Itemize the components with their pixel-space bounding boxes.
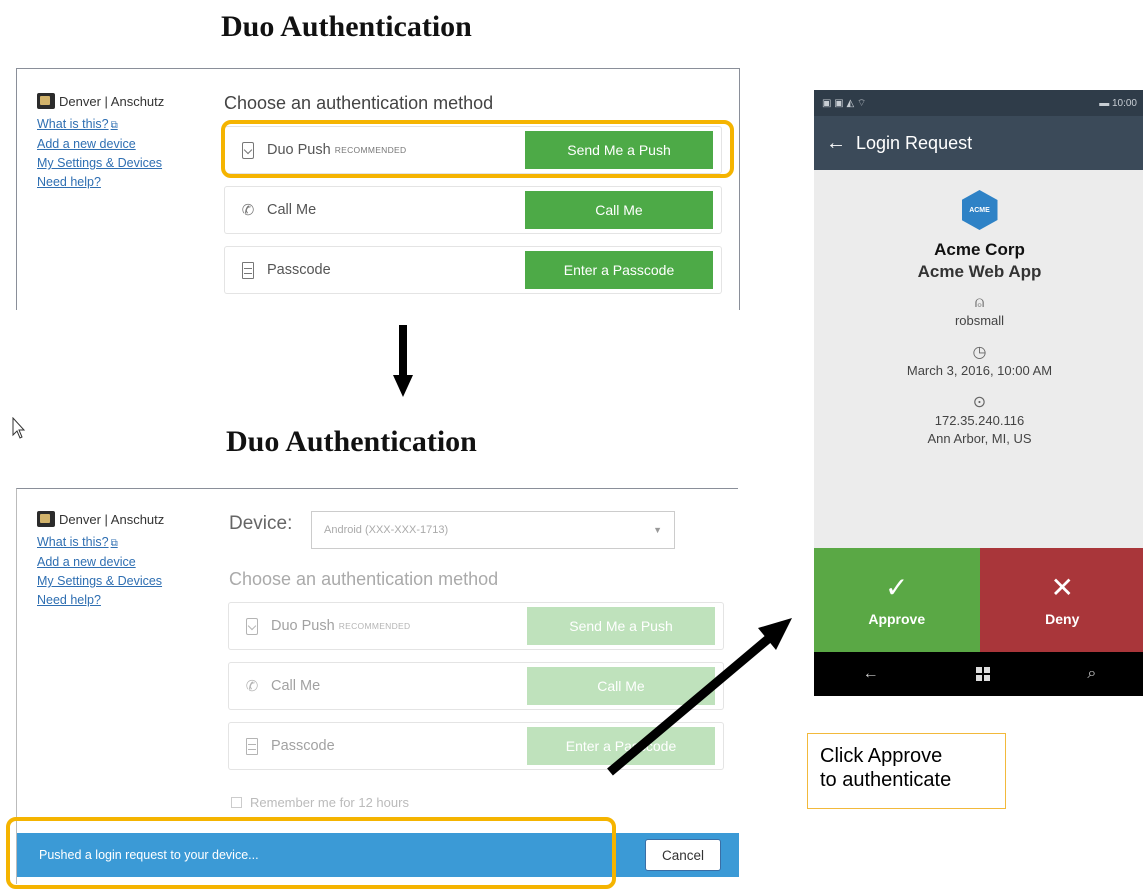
request-location: Ann Arbor, MI, US — [927, 431, 1032, 446]
request-datetime: March 3, 2016, 10:00 AM — [906, 363, 1053, 378]
university-logo — [37, 93, 55, 109]
auth-method-title: Choose an authentication method — [224, 93, 494, 113]
phone-title: Login Request — [856, 132, 973, 153]
org-name: Denver | Anschutz — [59, 93, 165, 109]
app-name: Acme Web App — [917, 262, 1042, 281]
search-icon[interactable]: ⌕ — [1087, 665, 1096, 683]
clock-icon: ◷ — [972, 344, 987, 361]
chevron-down-icon: ▼ — [653, 525, 662, 535]
phone-status-bar: ▣ ▣ ◭ ⌔ ▬ 10:00 — [814, 90, 1143, 116]
method-call-me: ✆ Call Me Call Me — [225, 187, 721, 233]
link-need-help[interactable]: Need help? — [37, 173, 217, 192]
call-me-button[interactable]: Call Me — [525, 191, 713, 229]
deny-button[interactable]: ✕ Deny — [979, 548, 1143, 652]
x-icon: ✕ — [1050, 572, 1074, 603]
phone-call-icon: ✆ — [241, 202, 255, 219]
link-settings-devices[interactable]: My Settings & Devices — [37, 154, 217, 173]
status-highlight-box — [6, 817, 616, 889]
instruction-callout: Click Approve to authenticate — [807, 733, 1006, 809]
phone-call-icon: ✆ — [245, 678, 259, 695]
device-select[interactable]: Android (XXX-XXX-1713) ▼ — [311, 511, 675, 549]
link-what-is-this[interactable]: What is this? ⧉ — [37, 533, 217, 553]
acme-logo: ACME — [961, 190, 998, 230]
passcode-icon — [246, 737, 258, 755]
method-passcode: Passcode Enter a Passcode — [225, 247, 721, 293]
sidebar: Denver | Anschutz What is this? ⧉ Add a n… — [37, 511, 217, 610]
request-ip: 172.35.240.116 — [934, 413, 1025, 428]
passcode-icon — [242, 261, 254, 279]
link-need-help[interactable]: Need help? — [37, 591, 217, 610]
external-link-icon: ⧉ — [110, 538, 118, 549]
device-label: Device: — [229, 513, 293, 534]
back-arrow-icon[interactable]: ← — [826, 132, 846, 155]
approve-button[interactable]: ✓ Approve — [814, 548, 980, 652]
mouse-cursor-icon — [12, 417, 26, 439]
university-logo — [37, 511, 55, 527]
link-what-is-this[interactable]: What is this? ⧉ — [37, 115, 217, 135]
page-heading-top: Duo Authentication — [221, 10, 472, 43]
enter-passcode-button[interactable]: Enter a Passcode — [525, 251, 713, 289]
username: robsmall — [954, 313, 1005, 328]
status-time: 10:00 — [1111, 97, 1137, 109]
duo-prompt-panel-top: Denver | Anschutz What is this? ⧉ Add a n… — [16, 68, 740, 310]
page-heading-bottom: Duo Authentication — [226, 425, 477, 458]
link-add-device[interactable]: Add a new device — [37, 135, 217, 154]
phone-header: ← Login Request — [814, 116, 1143, 170]
windows-start-icon[interactable] — [976, 667, 991, 681]
org-name: Denver | Anschutz — [59, 511, 165, 527]
user-icon: ⍝ — [974, 294, 985, 311]
device-check-icon — [246, 617, 258, 635]
down-arrow-icon — [393, 325, 413, 397]
link-settings-devices[interactable]: My Settings & Devices — [37, 572, 217, 591]
checkmark-icon: ✓ — [885, 572, 909, 603]
link-add-device[interactable]: Add a new device — [37, 553, 217, 572]
auth-method-title: Choose an authentication method — [229, 569, 499, 589]
company-name: Acme Corp — [934, 240, 1025, 259]
phone-nav-bar: ← ⌕ — [814, 652, 1143, 696]
remember-me-option[interactable]: Remember me for 12 hours — [231, 795, 409, 810]
cancel-button[interactable]: Cancel — [645, 839, 721, 871]
nav-back-icon[interactable]: ← — [863, 665, 879, 683]
sidebar: Denver | Anschutz What is this? ⧉ Add a n… — [37, 93, 217, 192]
battery-icon: ▬ — [1099, 97, 1110, 109]
phone-screen: ▣ ▣ ◭ ⌔ ▬ 10:00 ← Login Request ACME Acm… — [814, 90, 1143, 696]
diagonal-arrow-icon — [607, 618, 792, 776]
location-pin-icon: ⊙ — [972, 394, 987, 411]
external-link-icon: ⧉ — [110, 120, 118, 131]
remember-checkbox[interactable] — [231, 797, 242, 808]
push-highlight-box — [221, 120, 734, 178]
signal-icons: ▣ ▣ ◭ ⌔ — [822, 97, 867, 109]
